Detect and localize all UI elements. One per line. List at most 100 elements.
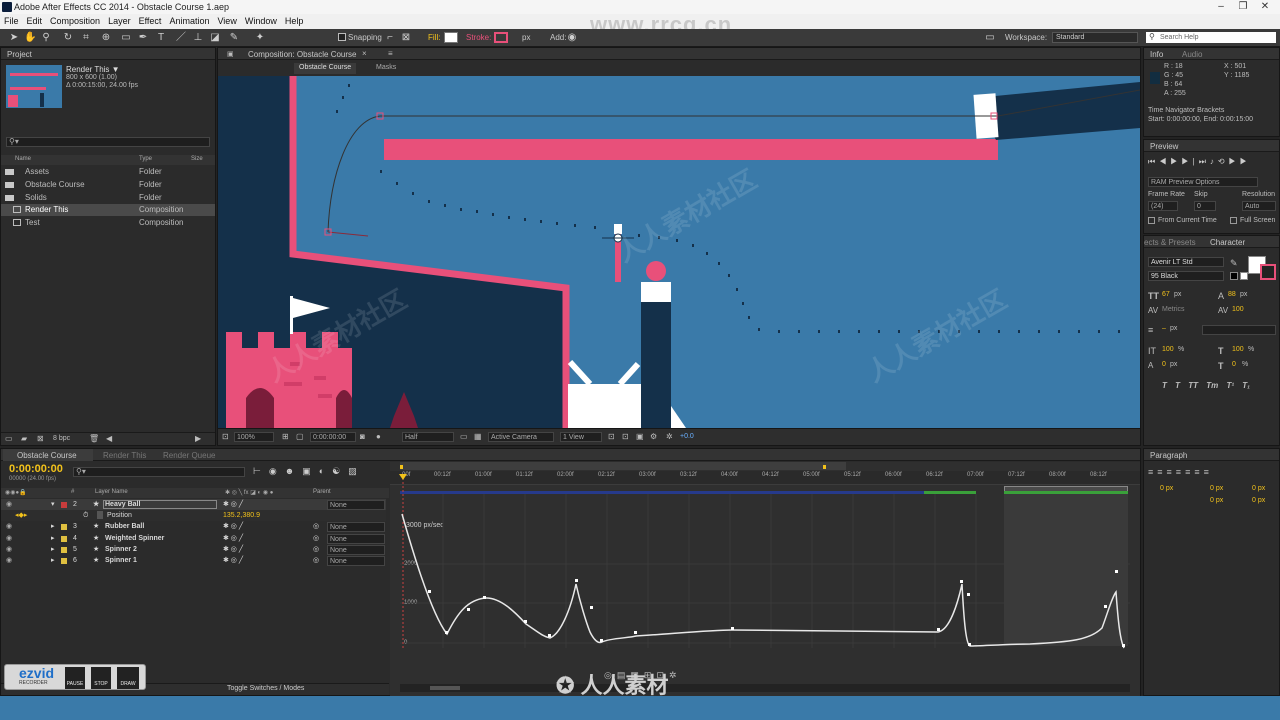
comp-tab-close-icon[interactable]: ×: [362, 49, 367, 58]
fill-swatch[interactable]: [444, 32, 458, 43]
pickwhip-icon[interactable]: ◎: [313, 521, 319, 532]
next-frame-icon[interactable]: ▶|: [1181, 157, 1198, 166]
graph-toggle-icon[interactable]: [97, 511, 103, 519]
timeline-search-input[interactable]: ⚲▾: [73, 467, 245, 477]
kerning-select[interactable]: Metrics: [1162, 306, 1185, 313]
project-item[interactable]: Obstacle Course Folder: [1, 179, 215, 191]
graph-editor[interactable]: 00f 00:12f 01:00f 01:12f 02:00f 02:12f 0…: [390, 462, 1140, 696]
thumbnail-name[interactable]: Render This ▼: [66, 65, 120, 74]
exposure-icon[interactable]: ✲: [666, 432, 673, 441]
menu-edit[interactable]: Edit: [23, 14, 47, 29]
layer-color-swatch[interactable]: [61, 536, 67, 542]
parent-select[interactable]: None: [327, 556, 385, 566]
layer-row[interactable]: ◉ ▸ 6 ★ Spinner 1 ✱ ◎ ╱ ◎ None: [1, 555, 386, 566]
rectangle-tool-icon[interactable]: ▭: [120, 32, 132, 44]
snapshot-icon[interactable]: ◙: [360, 432, 365, 441]
shy-icon[interactable]: ☻: [285, 466, 302, 476]
safe-zones-icon[interactable]: ⊞: [282, 432, 289, 441]
layer-row[interactable]: ◉ ▸ 4 ★ Weighted Spinner ✱ ◎ ╱ ◎ None: [1, 533, 386, 544]
add-property-icon[interactable]: ◉: [566, 32, 578, 44]
exposure-value[interactable]: +0.0: [680, 433, 694, 440]
parent-select[interactable]: None: [327, 534, 385, 544]
visibility-icon[interactable]: ◉: [6, 499, 12, 510]
small-caps-button[interactable]: Tт: [1206, 381, 1218, 390]
property-row[interactable]: ◂◆▸ ⏱ Position 135.2,380.9: [1, 510, 386, 521]
roto-brush-tool-icon[interactable]: ✎: [228, 32, 240, 44]
transparency-grid-icon[interactable]: ▦: [474, 432, 482, 441]
pickwhip-icon[interactable]: ◎: [313, 533, 319, 544]
full-screen-checkbox[interactable]: [1230, 217, 1237, 224]
faux-bold-button[interactable]: T: [1162, 381, 1167, 390]
recorder-stop-button[interactable]: STOP: [91, 667, 111, 689]
space-before-value[interactable]: 0 px: [1210, 497, 1223, 504]
timeline-tab-render-this[interactable]: Render This: [103, 451, 146, 460]
justify-left-icon[interactable]: ≡: [1176, 467, 1185, 477]
first-frame-icon[interactable]: ⏮: [1148, 157, 1159, 166]
font-size-value[interactable]: 67: [1162, 291, 1170, 298]
menu-layer[interactable]: Layer: [104, 14, 135, 29]
clone-stamp-tool-icon[interactable]: ⊥: [192, 32, 204, 44]
layer-color-swatch[interactable]: [61, 547, 67, 553]
workspace-select[interactable]: Standard: [1052, 32, 1138, 43]
viewer-timecode[interactable]: 0:00:00:00: [310, 432, 356, 442]
menu-window[interactable]: Window: [241, 14, 281, 29]
composition-viewer[interactable]: 人人素材社区 人人素材社区 人人素材社区: [218, 76, 1140, 428]
audio-icon[interactable]: ♪: [1210, 157, 1218, 166]
lock-icon[interactable]: ▣: [227, 50, 234, 58]
align-center-icon[interactable]: ≡: [1157, 467, 1166, 477]
project-item[interactable]: Solids Folder: [1, 192, 215, 204]
justify-right-icon[interactable]: ≡: [1194, 467, 1203, 477]
zoom-tool-icon[interactable]: ⚲: [40, 32, 52, 44]
visibility-icon[interactable]: ◉: [6, 544, 12, 555]
ram-preview-options[interactable]: RAM Preview Options: [1148, 177, 1258, 187]
menu-animation[interactable]: Animation: [165, 14, 213, 29]
tsume-value[interactable]: 0: [1232, 361, 1236, 368]
new-folder-icon[interactable]: ▰: [21, 434, 27, 443]
snapping-checkbox[interactable]: [338, 33, 346, 41]
frame-blending-icon[interactable]: ▣: [302, 466, 319, 476]
motion-blur-icon[interactable]: ◐: [319, 466, 332, 476]
layer-switch-icon[interactable]: ✱ ◎ ╱: [223, 499, 243, 510]
pickwhip-icon[interactable]: ◎: [313, 555, 319, 566]
skip-input[interactable]: 0: [1194, 201, 1216, 211]
align-right-icon[interactable]: ≡: [1167, 467, 1176, 477]
toggle-pixel-icon[interactable]: ⊡: [608, 432, 615, 441]
layer-name[interactable]: Rubber Ball: [105, 521, 144, 532]
parent-select[interactable]: None: [327, 500, 385, 510]
indent-left-value[interactable]: 0 px: [1160, 485, 1173, 492]
layer-color-swatch[interactable]: [61, 502, 67, 508]
brainstorm-icon[interactable]: ☯: [332, 466, 348, 476]
baseline-shift-value[interactable]: 0: [1162, 361, 1166, 368]
prev-frame-icon[interactable]: ◀: [1159, 157, 1170, 166]
scroll-right-icon[interactable]: ▶: [195, 434, 201, 443]
timeline-icon[interactable]: ▣: [636, 432, 644, 441]
all-caps-button[interactable]: TT: [1188, 381, 1198, 390]
timeline-tab-render-queue[interactable]: Render Queue: [163, 451, 215, 460]
vertical-scale-value[interactable]: 100: [1162, 346, 1174, 353]
always-preview-icon[interactable]: ⊡: [222, 432, 229, 441]
font-style-select[interactable]: 95 Black: [1148, 271, 1224, 281]
visibility-icon[interactable]: ◉: [6, 521, 12, 532]
paragraph-tab[interactable]: Paragraph: [1150, 451, 1187, 460]
search-help-input[interactable]: Search Help: [1146, 32, 1276, 43]
minimize-button[interactable]: –: [1210, 0, 1232, 14]
indent-right-value[interactable]: 0 px: [1252, 485, 1265, 492]
flowchart-icon[interactable]: ⚙: [650, 432, 657, 441]
camera-tool-icon[interactable]: ⌗: [80, 32, 92, 44]
layer-name[interactable]: Weighted Spinner: [105, 533, 164, 544]
zoom-slider[interactable]: [430, 686, 460, 690]
toggle-switches-modes[interactable]: Toggle Switches / Modes: [227, 685, 304, 692]
new-comp-icon[interactable]: ⊠: [37, 434, 44, 443]
faux-italic-button[interactable]: T: [1175, 381, 1180, 390]
comp-mini-flowchart-icon[interactable]: ⊢: [253, 466, 269, 476]
graph-ease-icon[interactable]: ✲: [669, 670, 682, 680]
comp-menu-icon[interactable]: ≡: [388, 49, 393, 58]
white-swatch[interactable]: [1240, 272, 1248, 280]
expand-icon[interactable]: ▾: [51, 499, 55, 510]
layer-switch-icon[interactable]: ✱ ◎ ╱: [223, 533, 243, 544]
frame-rate-select[interactable]: (24): [1148, 201, 1178, 211]
property-value[interactable]: 135.2,380.9: [223, 510, 260, 521]
loop-icon[interactable]: ⟲: [1218, 157, 1229, 166]
snap-edges-icon[interactable]: ⊠: [400, 32, 412, 44]
type-tool-icon[interactable]: T: [155, 32, 167, 44]
